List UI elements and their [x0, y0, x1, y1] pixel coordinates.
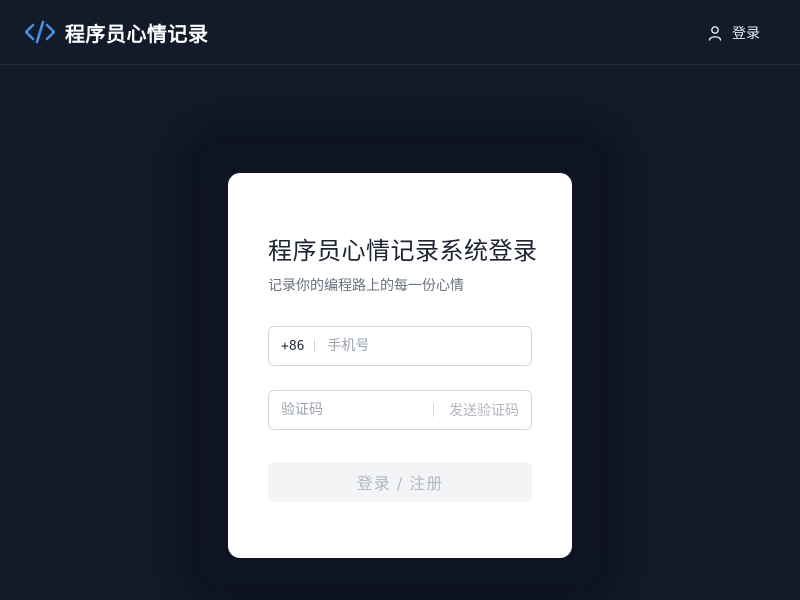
login-subtitle: 记录你的编程路上的每一份心情 [268, 278, 464, 294]
header-login-label: 登录 [732, 26, 760, 42]
country-code[interactable]: +86 [269, 339, 314, 354]
login-title: 程序员心情记录系统登录 [268, 237, 538, 265]
login-card: 程序员心情记录系统登录 记录你的编程路上的每一份心情 +86 发送验证码 登录 … [228, 173, 572, 558]
phone-field[interactable]: +86 [268, 326, 532, 366]
send-code-button[interactable]: 发送验证码 [434, 400, 531, 420]
header-login-button[interactable]: 登录 [708, 22, 760, 44]
brand[interactable]: 程序员心情记录 [24, 18, 209, 46]
top-navigation-bar: 程序员心情记录 登录 [0, 0, 800, 65]
login-register-button[interactable]: 登录 / 注册 [268, 462, 532, 502]
user-icon [708, 25, 722, 41]
app-title: 程序员心情记录 [65, 21, 209, 46]
code-brackets-icon [24, 20, 56, 44]
verification-code-field[interactable]: 发送验证码 [268, 390, 532, 430]
verification-code-input[interactable] [269, 391, 429, 429]
phone-input[interactable] [315, 327, 516, 365]
